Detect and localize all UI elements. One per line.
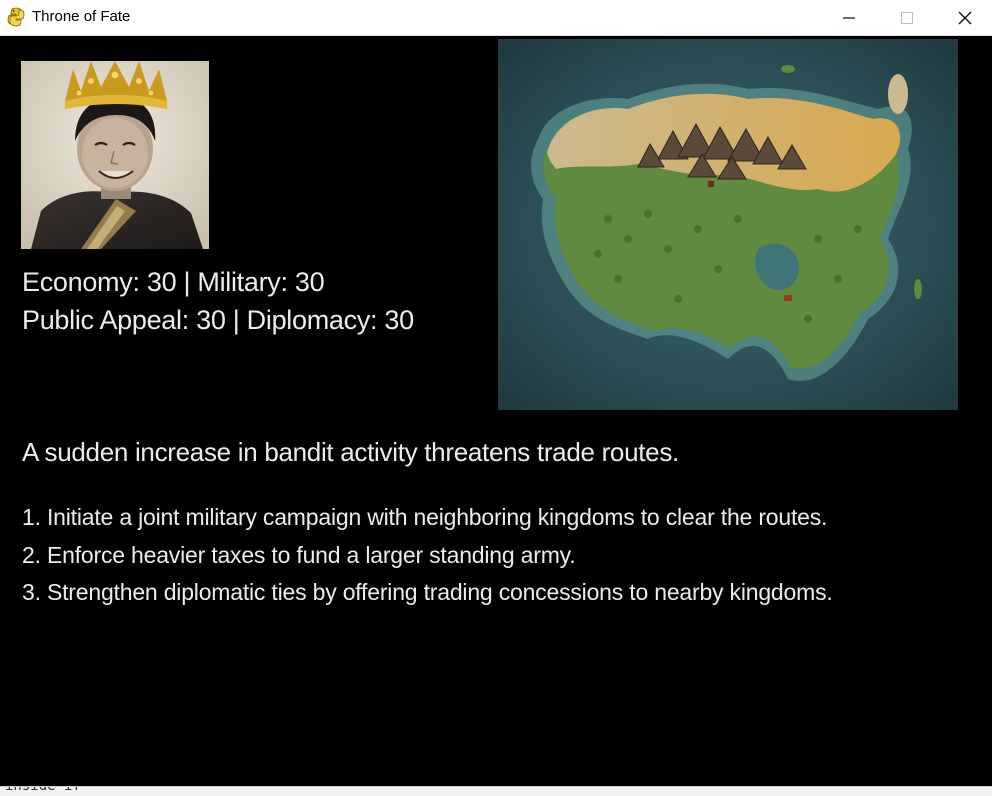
minimize-icon [843,17,855,19]
maximize-button[interactable] [878,0,936,36]
choice-option-2[interactable]: 2. Enforce heavier taxes to fund a large… [22,537,833,575]
pygame-snake-icon [7,7,25,27]
console-output: inside if [0,786,992,796]
choice-option-1[interactable]: 1. Initiate a joint military campaign wi… [22,499,833,537]
window-title: Throne of Fate [32,8,131,25]
kingdom-map-image [498,39,958,410]
maximize-icon [901,12,913,24]
close-icon [958,11,972,25]
choice-list: 1. Initiate a joint military campaign wi… [22,499,833,612]
stats-economy-military: Economy: 30 | Military: 30 [22,267,325,297]
kingdom-stats: Economy: 30 | Military: 30 Public Appeal… [22,263,414,339]
game-canvas: Economy: 30 | Military: 30 Public Appeal… [0,37,992,796]
stats-appeal-diplomacy: Public Appeal: 30 | Diplomacy: 30 [22,305,414,335]
choice-option-3[interactable]: 3. Strengthen diplomatic ties by offerin… [22,574,833,612]
kingdom-map [498,39,958,410]
close-button[interactable] [936,0,992,36]
window-titlebar: Throne of Fate [0,0,992,36]
minimize-button[interactable] [820,0,878,36]
console-text: inside if [5,786,81,794]
ruler-portrait [21,61,209,249]
ruler-portrait-image [21,61,209,249]
event-description: A sudden increase in bandit activity thr… [22,437,679,467]
